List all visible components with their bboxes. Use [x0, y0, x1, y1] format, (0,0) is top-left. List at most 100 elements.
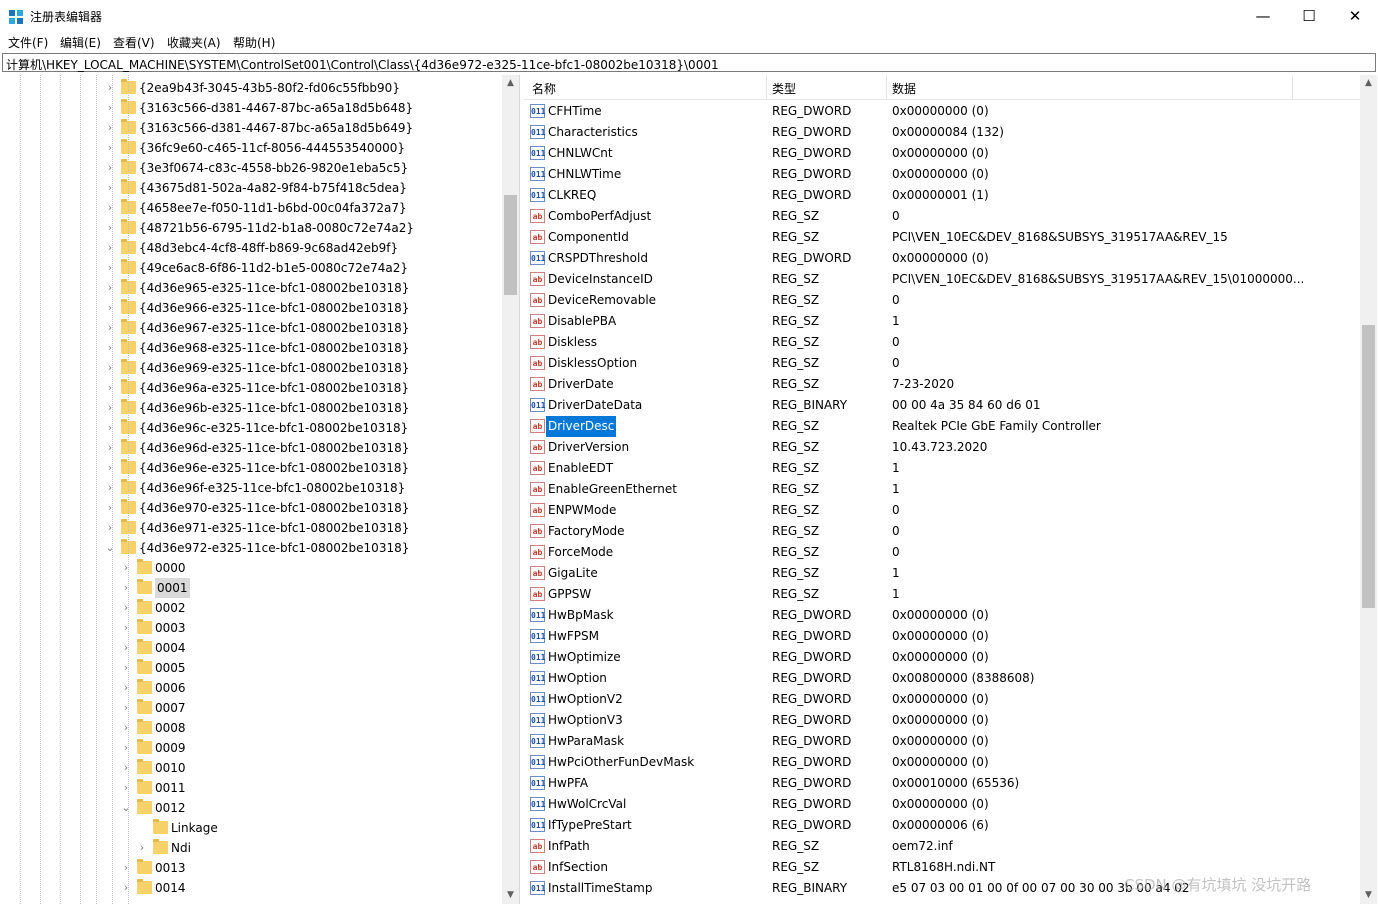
chevron-right-icon[interactable]: ›	[104, 198, 116, 218]
menu-edit[interactable]: 编辑(E)	[60, 34, 101, 51]
tree-node-label[interactable]: {4d36e966-e325-11ce-bfc1-08002be10318}	[139, 298, 409, 318]
value-row[interactable]: ab DeviceRemovable REG_SZ 0	[524, 290, 1360, 311]
tree-node[interactable]: › 0002	[0, 598, 500, 618]
menu-file[interactable]: 文件(F)	[8, 34, 48, 51]
tree-node-label[interactable]: Ndi	[171, 838, 191, 858]
value-row[interactable]: 011 HwBpMask REG_DWORD 0x00000000 (0)	[524, 605, 1360, 626]
tree-node-label[interactable]: 0012	[155, 798, 186, 818]
value-row[interactable]: ab DeviceInstanceID REG_SZ PCI\VEN_10EC&DEV…	[524, 269, 1360, 290]
tree-node[interactable]: ⌄ {4d36e972-e325-11ce-bfc1-08002be10318}	[0, 538, 500, 558]
tree-node[interactable]: › {4d36e96f-e325-11ce-bfc1-08002be10318}	[0, 478, 500, 498]
tree-node-label[interactable]: {2ea9b43f-3045-43b5-80f2-fd06c55fbb90}	[139, 78, 400, 98]
value-name[interactable]: CRSPDThreshold	[548, 248, 648, 269]
chevron-right-icon[interactable]: ›	[104, 338, 116, 358]
chevron-right-icon[interactable]: ›	[120, 778, 132, 798]
value-name[interactable]: InfSection	[548, 857, 608, 878]
value-row[interactable]: ab DriverDate REG_SZ 7-23-2020	[524, 374, 1360, 395]
tree-node[interactable]: › 0011	[0, 778, 500, 798]
tree-node[interactable]: › 0008	[0, 718, 500, 738]
tree-node[interactable]: › {4d36e96c-e325-11ce-bfc1-08002be10318}	[0, 418, 500, 438]
maximize-button[interactable]: ☐	[1286, 0, 1332, 32]
tree-node[interactable]: › {3163c566-d381-4467-87bc-a65a18d5b648}	[0, 98, 500, 118]
tree-node[interactable]: › {43675d81-502a-4a82-9f84-b75f418c5dea}	[0, 178, 500, 198]
value-name[interactable]: DisklessOption	[548, 353, 637, 374]
value-row[interactable]: 011 CFHTime REG_DWORD 0x00000000 (0)	[524, 101, 1360, 122]
tree-node-label[interactable]: {4d36e965-e325-11ce-bfc1-08002be10318}	[139, 278, 409, 298]
close-button[interactable]: ✕	[1332, 0, 1378, 32]
tree-node-label[interactable]: 0006	[155, 678, 186, 698]
tree-node[interactable]: › {4d36e96b-e325-11ce-bfc1-08002be10318}	[0, 398, 500, 418]
tree-node-label[interactable]: {4d36e96b-e325-11ce-bfc1-08002be10318}	[139, 398, 409, 418]
chevron-right-icon[interactable]: ›	[120, 558, 132, 578]
value-name[interactable]: DeviceInstanceID	[548, 269, 653, 290]
value-name[interactable]: HwPFA	[548, 773, 588, 794]
tree-node[interactable]: › {4d36e966-e325-11ce-bfc1-08002be10318}	[0, 298, 500, 318]
address-path[interactable]: 计算机\HKEY_LOCAL_MACHINE\SYSTEM\ControlSet…	[6, 56, 719, 73]
tree-node-label[interactable]: 0005	[155, 658, 186, 678]
tree-node[interactable]: › {4d36e969-e325-11ce-bfc1-08002be10318}	[0, 358, 500, 378]
value-row[interactable]: 011 HwParaMask REG_DWORD 0x00000000 (0)	[524, 731, 1360, 752]
chevron-right-icon[interactable]: ›	[104, 278, 116, 298]
tree-node[interactable]: › {3e3f0674-c83c-4558-bb26-9820e1eba5c5}	[0, 158, 500, 178]
menu-help[interactable]: 帮助(H)	[233, 34, 275, 51]
tree-node[interactable]: › 0003	[0, 618, 500, 638]
tree-node[interactable]: › 0000	[0, 558, 500, 578]
value-row[interactable]: ab EnableGreenEthernet REG_SZ 1	[524, 479, 1360, 500]
value-row[interactable]: ab FactoryMode REG_SZ 0	[524, 521, 1360, 542]
chevron-right-icon[interactable]: ›	[104, 178, 116, 198]
value-row[interactable]: 011 HwWolCrcVal REG_DWORD 0x00000000 (0)	[524, 794, 1360, 815]
tree-node[interactable]: › {4d36e96a-e325-11ce-bfc1-08002be10318}	[0, 378, 500, 398]
tree-node[interactable]: › 0009	[0, 738, 500, 758]
chevron-down-icon[interactable]: ⌄	[104, 538, 116, 558]
tree-node[interactable]: › 0010	[0, 758, 500, 778]
key-tree[interactable]: › {2ea9b43f-3045-43b5-80f2-fd06c55fbb90} ›…	[0, 75, 520, 904]
value-name[interactable]: HwPciOtherFunDevMask	[548, 752, 694, 773]
tree-node-label[interactable]: 0001	[155, 578, 190, 598]
scroll-down-arrow-icon[interactable]: ▼	[502, 887, 519, 904]
value-name[interactable]: HwOptionV3	[548, 710, 623, 731]
value-row[interactable]: ab Diskless REG_SZ 0	[524, 332, 1360, 353]
tree-node-label[interactable]: 0003	[155, 618, 186, 638]
value-name[interactable]: ComboPerfAdjust	[548, 206, 651, 227]
tree-node-label[interactable]: 0000	[155, 558, 186, 578]
chevron-right-icon[interactable]: ›	[104, 418, 116, 438]
tree-node-label[interactable]: {3163c566-d381-4467-87bc-a65a18d5b649}	[139, 118, 413, 138]
tree-node-label[interactable]: {4d36e96a-e325-11ce-bfc1-08002be10318}	[139, 378, 409, 398]
value-row[interactable]: ab InfPath REG_SZ oem72.inf	[524, 836, 1360, 857]
chevron-right-icon[interactable]: ›	[120, 678, 132, 698]
value-name[interactable]: EnableEDT	[548, 458, 613, 479]
value-name[interactable]: CLKREQ	[548, 185, 596, 206]
minimize-button[interactable]: —	[1240, 0, 1286, 32]
value-row[interactable]: 011 CHNLWCnt REG_DWORD 0x00000000 (0)	[524, 143, 1360, 164]
tree-node-label[interactable]: {4d36e970-e325-11ce-bfc1-08002be10318}	[139, 498, 409, 518]
value-name[interactable]: DisablePBA	[548, 311, 616, 332]
tree-node-label[interactable]: {4d36e96c-e325-11ce-bfc1-08002be10318}	[139, 418, 408, 438]
tree-node-label[interactable]: 0004	[155, 638, 186, 658]
tree-node[interactable]: › {4d36e96d-e325-11ce-bfc1-08002be10318}	[0, 438, 500, 458]
column-divider[interactable]	[1292, 75, 1293, 99]
address-bar[interactable]: 计算机\HKEY_LOCAL_MACHINE\SYSTEM\ControlSet…	[2, 53, 1376, 72]
value-row[interactable]: ab GPPSW REG_SZ 1	[524, 584, 1360, 605]
column-header-type[interactable]: 类型	[772, 80, 796, 97]
value-name[interactable]: CFHTime	[548, 101, 602, 122]
chevron-right-icon[interactable]: ›	[120, 858, 132, 878]
value-name[interactable]: CHNLWTime	[548, 164, 621, 185]
tree-scroll-thumb[interactable]	[504, 195, 517, 295]
value-row[interactable]: ab DriverVersion REG_SZ 10.43.723.2020	[524, 437, 1360, 458]
tree-node[interactable]: › {36fc9e60-c465-11cf-8056-444553540000}	[0, 138, 500, 158]
tree-node-label[interactable]: {4d36e971-e325-11ce-bfc1-08002be10318}	[139, 518, 409, 538]
chevron-right-icon[interactable]: ›	[104, 98, 116, 118]
value-row[interactable]: 011 HwOption REG_DWORD 0x00800000 (8388608)	[524, 668, 1360, 689]
chevron-right-icon[interactable]: ›	[120, 618, 132, 638]
tree-node-label[interactable]: {4d36e96d-e325-11ce-bfc1-08002be10318}	[139, 438, 409, 458]
tree-node-label[interactable]: 0010	[155, 758, 186, 778]
chevron-right-icon[interactable]: ›	[104, 438, 116, 458]
value-row[interactable]: 011 HwOptionV3 REG_DWORD 0x00000000 (0)	[524, 710, 1360, 731]
value-name[interactable]: EnableGreenEthernet	[548, 479, 677, 500]
tree-node-label[interactable]: 0009	[155, 738, 186, 758]
chevron-right-icon[interactable]: ›	[120, 598, 132, 618]
value-row[interactable]: 011 HwFPSM REG_DWORD 0x00000000 (0)	[524, 626, 1360, 647]
tree-node-label[interactable]: 0007	[155, 698, 186, 718]
tree-node[interactable]: › {4d36e970-e325-11ce-bfc1-08002be10318}	[0, 498, 500, 518]
value-row[interactable]: 011 HwOptimize REG_DWORD 0x00000000 (0)	[524, 647, 1360, 668]
